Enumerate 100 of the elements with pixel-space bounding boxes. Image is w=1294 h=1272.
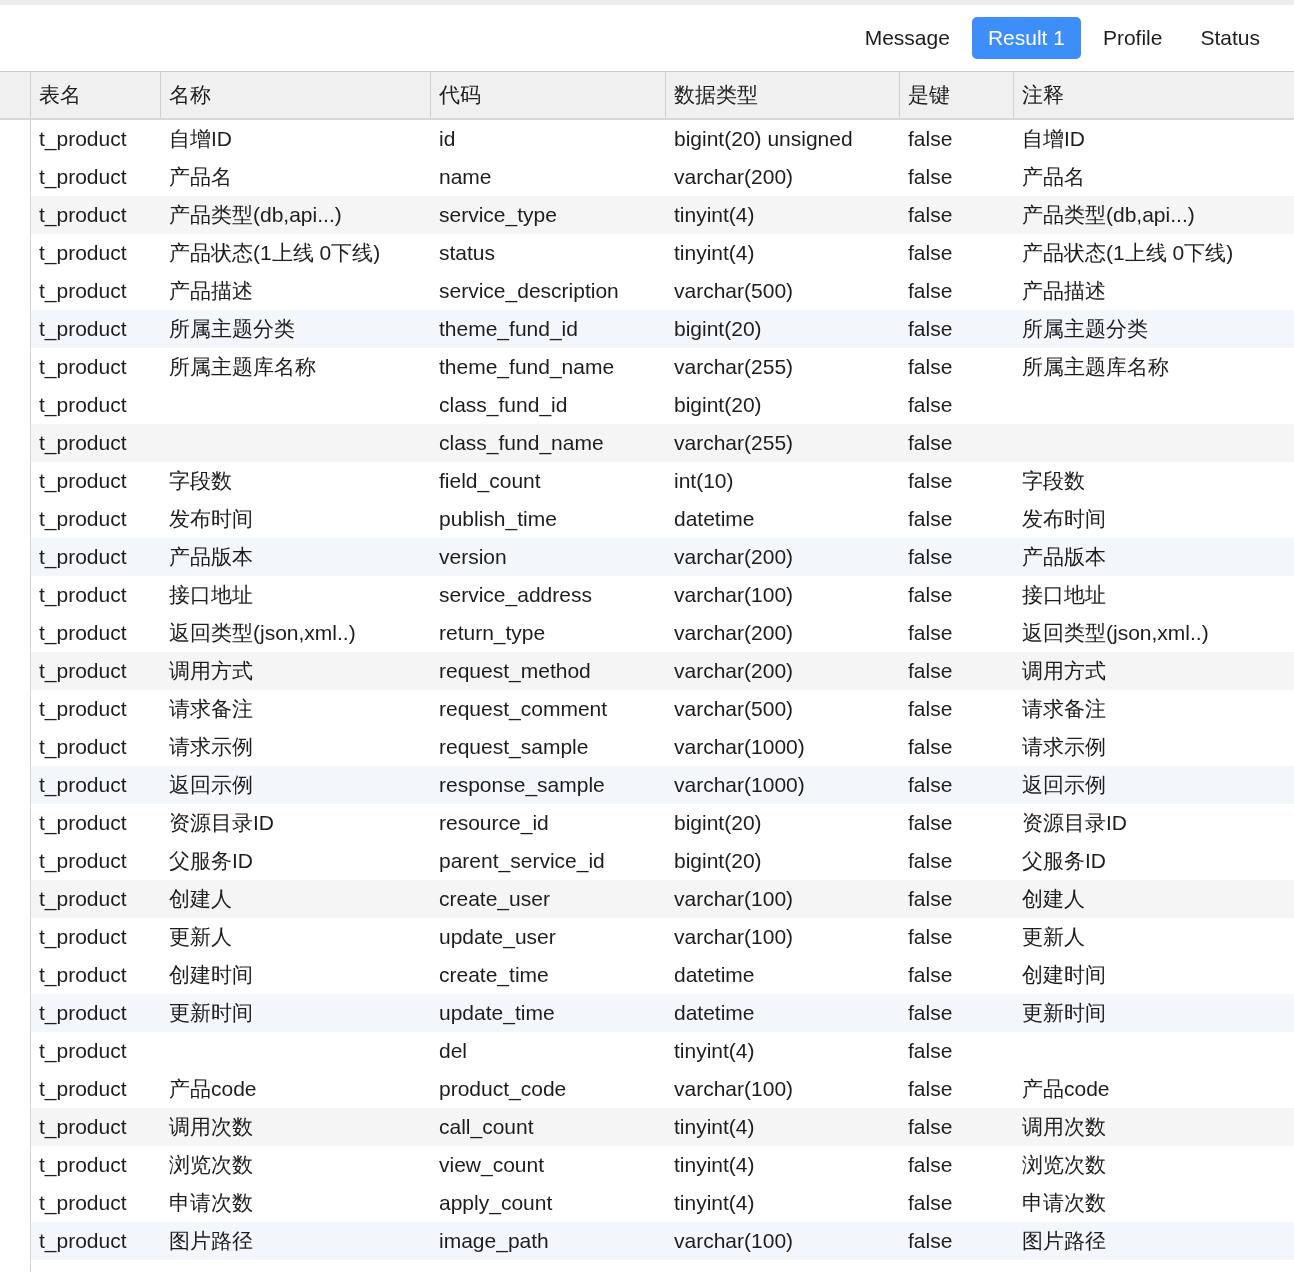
table-cell: false [908,1077,953,1101]
table-cell: request_method [439,659,591,683]
table-cell: field_count [439,469,541,493]
table-cell: 申请次数 [1022,1191,1106,1215]
table-cell: false [908,241,953,265]
column-header[interactable]: 名称 [169,79,211,111]
table-cell: t_product [39,1001,127,1025]
table-cell: update_time [439,1001,555,1025]
table-cell: t_product [39,241,127,265]
table-cell: del [439,1039,468,1063]
table-cell: 产品状态(1上线 0下线) [169,241,381,265]
table-cell: varchar(200) [674,545,794,569]
table-cell: 更新时间 [169,1001,253,1025]
table-cell: int(10) [674,469,734,493]
table-cell: false [908,317,953,341]
table-cell: false [908,583,953,607]
tab[interactable]: Message [848,17,966,59]
column-header[interactable]: 是键 [908,79,950,111]
table-cell: request_comment [439,697,608,721]
table-cell: status [439,241,496,265]
table-cell: 发布时间 [1022,507,1106,531]
table-cell: 所属主题库名称 [169,355,316,379]
table-cell: 返回类型(json,xml..) [1022,621,1209,645]
table-cell: apply_count [439,1191,553,1215]
table-cell: t_product [39,849,127,873]
table-cell: varchar(100) [674,925,794,949]
table-cell: varchar(1000) [674,735,805,759]
table-cell: 字段数 [169,469,232,493]
table-cell: tinyint(4) [674,1153,755,1177]
table-cell: t_product [39,811,127,835]
table-cell: false [908,811,953,835]
table-cell: varchar(200) [674,165,794,189]
table-cell: tinyint(4) [674,203,755,227]
table-cell: 更新人 [1022,925,1085,949]
table-cell: varchar(500) [674,279,794,303]
table-cell: 调用次数 [1022,1115,1106,1139]
table-cell: varchar(1000) [674,773,805,797]
table-cell: 返回类型(json,xml..) [169,621,356,645]
table-cell: 调用次数 [169,1115,253,1139]
table-cell: 所属主题分类 [1022,317,1148,341]
table-cell: 产品名 [169,165,232,189]
table-cell: false [908,1229,953,1253]
table-cell: t_product [39,1191,127,1215]
table-cell: 字段数 [1022,469,1085,493]
column-header[interactable]: 表名 [39,79,81,111]
table-cell: t_product [39,887,127,911]
table-cell: 父服务ID [169,849,253,873]
table-cell: false [908,849,953,873]
table-cell: varchar(200) [674,621,794,645]
table-cell: t_product [39,1077,127,1101]
column-header[interactable]: 注释 [1022,79,1064,111]
table-cell: 浏览次数 [169,1153,253,1177]
table-cell: 所属主题库名称 [1022,355,1169,379]
table-cell: varchar(255) [674,431,794,455]
table-cell: varchar(200) [674,659,794,683]
table-cell: 产品描述 [1022,279,1106,303]
table-cell: false [908,735,953,759]
table-cell: response_sample [439,773,605,797]
table-cell: call_count [439,1115,534,1139]
table-cell: false [908,507,953,531]
table-cell: 产品版本 [169,545,253,569]
table-cell: false [908,165,953,189]
table-cell: resource_id [439,811,549,835]
table-cell: 更新时间 [1022,1001,1106,1025]
table-cell: 返回示例 [1022,773,1106,797]
table-cell: request_sample [439,735,589,759]
table-cell: varchar(100) [674,1229,794,1253]
table-cell: false [908,1115,953,1139]
table-cell: 发布时间 [169,507,253,531]
table-cell: bigint(20) [674,849,762,873]
tab[interactable]: Profile [1086,17,1179,59]
column-header[interactable]: 代码 [439,79,481,111]
table-cell: 请求示例 [169,735,253,759]
table-cell: 更新人 [169,925,232,949]
table-cell: t_product [39,773,127,797]
table-cell: datetime [674,963,755,987]
tab[interactable]: Status [1184,17,1276,59]
table-cell: t_product [39,431,127,455]
table-cell: false [908,659,953,683]
table-cell: t_product [39,583,127,607]
table-cell: 调用方式 [1022,659,1106,683]
table-cell: false [908,279,953,303]
table-cell: update_user [439,925,556,949]
table-cell: t_product [39,659,127,683]
table-cell: tinyint(4) [674,1115,755,1139]
table-cell: t_product [39,1039,127,1063]
table-cell: t_product [39,1153,127,1177]
table-cell: varchar(100) [674,887,794,911]
table-cell: 产品版本 [1022,545,1106,569]
table-cell: parent_service_id [439,849,605,873]
table-cell: false [908,431,953,455]
table-cell: t_product [39,165,127,189]
table-cell: version [439,545,507,569]
table-cell: false [908,1001,953,1025]
table-cell: 资源目录ID [1022,811,1127,835]
table-cell: theme_fund_name [439,355,615,379]
table-cell: 产品类型(db,api...) [1022,203,1195,227]
column-header[interactable]: 数据类型 [674,79,758,111]
table-cell: 请求示例 [1022,735,1106,759]
table-cell: datetime [674,1001,755,1025]
